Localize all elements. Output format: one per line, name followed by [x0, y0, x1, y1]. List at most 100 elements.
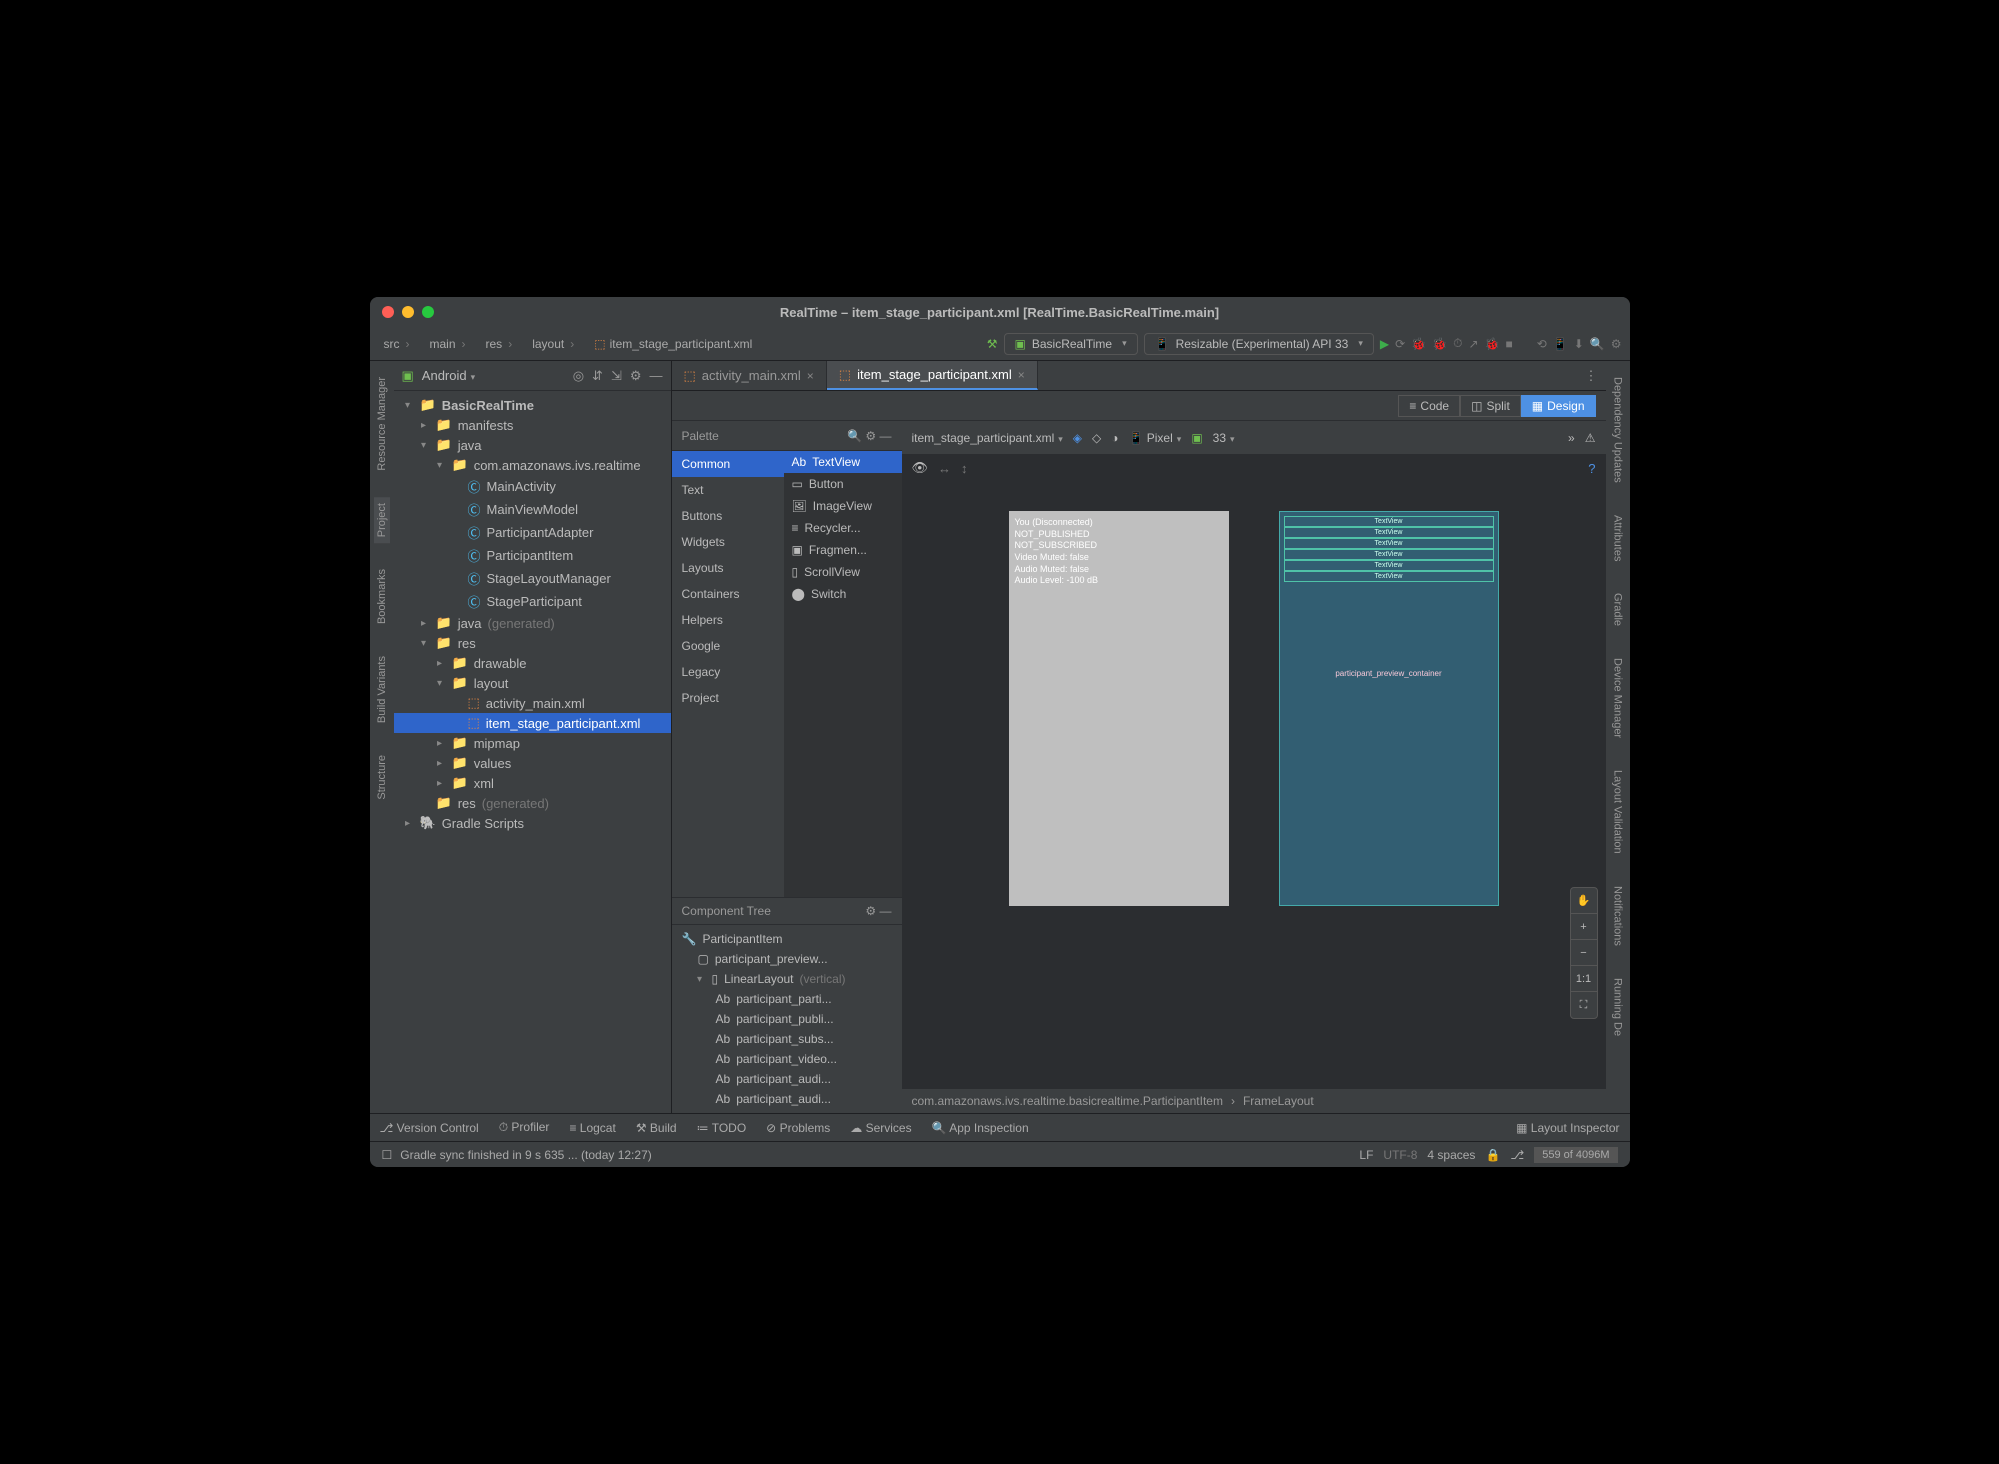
palette-item-switch[interactable]: ⬤Switch	[784, 583, 902, 605]
rail-attributes[interactable]: Attributes	[1612, 509, 1624, 567]
target-icon[interactable]: ◎	[573, 368, 584, 384]
view-mode-design[interactable]: ▦ Design	[1521, 395, 1596, 417]
btool-profiler[interactable]: ⏱ Profiler	[499, 1120, 550, 1135]
stop-icon[interactable]: ■	[1505, 337, 1512, 351]
tree-class[interactable]: ⒸStageLayoutManager	[394, 567, 671, 590]
comp-textview[interactable]: Ab participant_audi...	[672, 1069, 902, 1089]
status-branch-icon[interactable]: ⎇	[1510, 1148, 1524, 1162]
tree-values[interactable]: ▸📁values	[394, 753, 671, 773]
palette-item-textview[interactable]: AbTextView	[784, 451, 902, 473]
palette-cat-helpers[interactable]: Helpers	[672, 607, 784, 633]
btool-problems[interactable]: ⊘ Problems	[766, 1121, 830, 1135]
run-icon[interactable]: ▶	[1380, 337, 1389, 351]
status-encoding[interactable]: UTF-8	[1383, 1148, 1417, 1162]
palette-search-icon[interactable]: 🔍	[847, 429, 862, 443]
search-icon[interactable]: 🔍	[1590, 337, 1605, 351]
tree-java-gen[interactable]: ▸📁java (generated)	[394, 613, 671, 633]
view-mode-split[interactable]: ◫ Split	[1460, 395, 1521, 417]
comp-textview[interactable]: Ab participant_parti...	[672, 989, 902, 1009]
component-gear-icon[interactable]: ⚙	[865, 904, 876, 918]
comp-textview[interactable]: Ab participant_video...	[672, 1049, 902, 1069]
rail-layout-validation[interactable]: Layout Validation	[1612, 764, 1624, 860]
btool-vcs[interactable]: ⎇ Version Control	[380, 1121, 479, 1135]
rail-notifications[interactable]: Notifications	[1612, 880, 1624, 952]
status-icon[interactable]: ☐	[382, 1148, 393, 1162]
device-dropdown[interactable]: 📱Resizable (Experimental) API 33	[1144, 333, 1374, 355]
comp-textview[interactable]: Ab participant_publi...	[672, 1009, 902, 1029]
palette-cat-common[interactable]: Common	[672, 451, 784, 477]
comp-textview[interactable]: Ab participant_audi...	[672, 1089, 902, 1109]
tree-manifests[interactable]: ▸📁manifests	[394, 415, 671, 435]
palette-cat-buttons[interactable]: Buttons	[672, 503, 784, 529]
status-eol[interactable]: LF	[1359, 1148, 1373, 1162]
rail-build-variants[interactable]: Build Variants	[376, 650, 388, 729]
view-mode-code[interactable]: ≡ Code	[1398, 395, 1460, 417]
status-lock-icon[interactable]: 🔒	[1485, 1148, 1500, 1162]
tab-menu-icon[interactable]: ⋮	[1577, 361, 1606, 390]
gear-icon[interactable]: ⚙	[630, 368, 642, 384]
tree-pkg[interactable]: ▾📁com.amazonaws.ivs.realtime	[394, 455, 671, 475]
orientation-icon[interactable]: ◇	[1092, 431, 1101, 445]
tree-layout[interactable]: ▾📁layout	[394, 673, 671, 693]
rail-running-devices[interactable]: Running De	[1612, 972, 1624, 1042]
palette-cat-project[interactable]: Project	[672, 685, 784, 711]
component-hide-icon[interactable]: —	[880, 904, 892, 918]
status-indent[interactable]: 4 spaces	[1427, 1148, 1475, 1162]
btool-layout-inspector[interactable]: ▦ Layout Inspector	[1516, 1121, 1619, 1135]
btool-app-inspection[interactable]: 🔍 App Inspection	[932, 1121, 1029, 1135]
tree-gradle[interactable]: ▸🐘 Gradle Scripts	[394, 813, 671, 833]
collapse-icon[interactable]: ⇲	[611, 368, 622, 384]
tree-class[interactable]: ⒸMainViewModel	[394, 498, 671, 521]
canvas-overflow-icon[interactable]: »	[1568, 431, 1575, 445]
hide-icon[interactable]: —	[650, 368, 663, 383]
tree-class[interactable]: ⒸMainActivity	[394, 475, 671, 498]
tree-drawable[interactable]: ▸📁drawable	[394, 653, 671, 673]
project-tree[interactable]: ▾📁 BasicRealTime ▸📁manifests ▾📁java ▾📁co…	[394, 391, 671, 1113]
blueprint-preview[interactable]: TextView TextView TextView TextView Text…	[1279, 511, 1499, 906]
tab-item-stage-participant[interactable]: ⬚item_stage_participant.xml×	[827, 361, 1038, 390]
tree-mipmap[interactable]: ▸📁mipmap	[394, 733, 671, 753]
palette-item-scrollview[interactable]: ▯ScrollView	[784, 561, 902, 583]
comp-textview[interactable]: Ab participant_subs...	[672, 1029, 902, 1049]
tab-activity-main[interactable]: ⬚activity_main.xml×	[672, 361, 827, 390]
tree-java[interactable]: ▾📁java	[394, 435, 671, 455]
rail-gradle[interactable]: Gradle	[1612, 587, 1624, 632]
rail-structure[interactable]: Structure	[376, 749, 388, 806]
canvas-warning-icon[interactable]: ⚠	[1585, 431, 1596, 445]
rail-project[interactable]: Project	[374, 497, 390, 543]
coverage-icon[interactable]: 🐞	[1432, 337, 1447, 351]
palette-cat-text[interactable]: Text	[672, 477, 784, 503]
palette-cat-google[interactable]: Google	[672, 633, 784, 659]
btool-build[interactable]: ⚒ Build	[636, 1121, 677, 1135]
rail-resource-manager[interactable]: Resource Manager	[376, 371, 388, 477]
tree-class[interactable]: ⒸParticipantItem	[394, 544, 671, 567]
pan-mode-icon[interactable]: ↔	[938, 461, 951, 476]
rail-bookmarks[interactable]: Bookmarks	[376, 563, 388, 630]
sync-icon[interactable]: ⟲	[1537, 337, 1547, 351]
sdk-icon[interactable]: ⬇	[1574, 337, 1584, 351]
device-preview[interactable]: You (Disconnected) NOT_PUBLISHED NOT_SUB…	[1009, 511, 1229, 906]
avd-icon[interactable]: 📱	[1553, 337, 1568, 351]
breadcrumb-file[interactable]: ⬚item_stage_participant.xml	[588, 335, 758, 353]
btool-services[interactable]: ☁ Services	[850, 1121, 911, 1135]
rail-device-manager[interactable]: Device Manager	[1612, 652, 1624, 744]
zoom-reset-icon[interactable]: 1:1	[1571, 966, 1597, 992]
close-icon[interactable]: ×	[1018, 368, 1025, 382]
run-config-dropdown[interactable]: ▣BasicRealTime	[1004, 333, 1138, 355]
tree-layout-file-selected[interactable]: ⬚item_stage_participant.xml	[394, 713, 671, 733]
attach-debugger-icon[interactable]: ↗	[1468, 337, 1478, 351]
debug-icon[interactable]: 🐞	[1411, 337, 1426, 351]
zoom-in-icon[interactable]: +	[1571, 914, 1597, 940]
palette-hide-icon[interactable]: —	[880, 429, 892, 443]
profile-icon[interactable]: ⏱	[1453, 336, 1462, 351]
canvas-api-dropdown[interactable]: 33	[1213, 431, 1235, 445]
rerun-icon[interactable]: ⟳	[1395, 337, 1405, 351]
status-memory[interactable]: 559 of 4096M	[1534, 1147, 1617, 1163]
design-canvas[interactable]: You (Disconnected) NOT_PUBLISHED NOT_SUB…	[902, 481, 1606, 1089]
palette-cat-containers[interactable]: Containers	[672, 581, 784, 607]
visibility-icon[interactable]: 👁	[912, 460, 929, 476]
palette-cat-widgets[interactable]: Widgets	[672, 529, 784, 555]
close-icon[interactable]: ×	[807, 369, 814, 383]
rail-dependency[interactable]: Dependency Updates	[1612, 371, 1624, 489]
breadcrumb-src[interactable]: src	[378, 335, 418, 353]
